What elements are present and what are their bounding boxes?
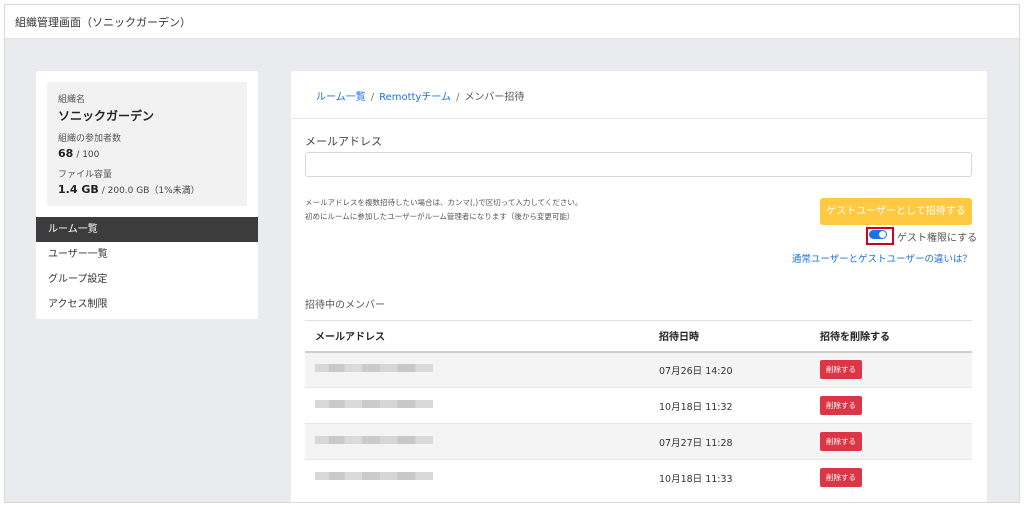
invited-table: メールアドレス 招待日時 招待を削除する 07月26日 14:20 削除する 1… [305, 320, 972, 496]
org-info-card: 組織名 ソニックガーデン 組織の参加者数 68/ 100 ファイル容量 1.4 … [47, 82, 247, 206]
breadcrumb-rooms-link[interactable]: ルーム一覧 [316, 92, 366, 103]
table-row: 10月18日 11:32 削除する [305, 387, 972, 424]
guest-toggle[interactable] [869, 230, 887, 239]
table-row: 07月27日 11:28 削除する [305, 423, 972, 460]
sidebar-item-rooms[interactable]: ルーム一覧 [36, 217, 258, 242]
sidebar-item-users[interactable]: ユーザー一覧 [36, 242, 258, 267]
sidebar-menu: ルーム一覧 ユーザー一覧 グループ設定 アクセス制限 [36, 217, 258, 317]
email-cell [305, 423, 651, 460]
redacted-email [315, 400, 433, 408]
members-max: / 100 [76, 150, 100, 160]
app-window: 組織管理画面（ソニックガーデン） 組織名 ソニックガーデン 組織の参加者数 68… [4, 4, 1020, 503]
column-email: メールアドレス [305, 320, 651, 353]
table-header-row: メールアドレス 招待日時 招待を削除する [305, 320, 972, 353]
sidebar: 組織名 ソニックガーデン 組織の参加者数 68/ 100 ファイル容量 1.4 … [36, 71, 258, 319]
email-cell [305, 351, 651, 388]
delete-button[interactable]: 削除する [820, 396, 862, 415]
storage-usage: 1.4 GB/ 200.0 GB（1%未満） [58, 183, 236, 196]
delete-button[interactable]: 削除する [820, 432, 862, 451]
invited-section-title: 招待中のメンバー [305, 300, 385, 311]
sidebar-item-groups[interactable]: グループ設定 [36, 267, 258, 292]
invite-guest-button[interactable]: ゲストユーザーとして招待する [820, 198, 972, 225]
action-cell: 削除する [812, 351, 972, 388]
guest-toggle-label: ゲスト権限にする [897, 233, 978, 244]
table-row: 07月26日 14:20 削除する [305, 351, 972, 388]
redacted-email [315, 472, 433, 481]
top-bar: 組織管理画面（ソニックガーデン） [5, 5, 1019, 39]
date-cell: 07月27日 11:28 [651, 423, 812, 460]
sidebar-item-access-limit[interactable]: アクセス制限 [36, 292, 258, 317]
page-title: 組織管理画面（ソニックガーデン） [15, 16, 191, 29]
email-cell [305, 459, 651, 496]
redacted-email [315, 436, 433, 444]
storage-total: / 200.0 GB（1%未満） [101, 186, 200, 196]
breadcrumb-separator: / [456, 92, 460, 103]
breadcrumb-current: メンバー招待 [464, 92, 525, 103]
date-cell: 10月18日 11:33 [651, 459, 812, 496]
email-label: メールアドレス [305, 135, 382, 148]
members-count: 68/ 100 [58, 147, 236, 160]
org-name-label: 組織名 [58, 95, 86, 105]
breadcrumb: ルーム一覧 / Remottyチーム / メンバー招待 [291, 71, 987, 119]
help-text-line: メールアドレスを複数招待したい場合は、カンマ(,)で区切って入力してください。 [305, 198, 583, 207]
main-panel: ルーム一覧 / Remottyチーム / メンバー招待 メールアドレス メールアドレスを… [291, 71, 987, 502]
help-text: メールアドレスを複数招待したい場合は、カンマ(,)で区切って入力してください。 … [305, 196, 582, 224]
members-count-value: 68 [58, 147, 74, 160]
action-cell: 削除する [812, 387, 972, 424]
help-text-line: 初めにルームに参加したユーザーがルーム管理者になります（後から変更可能） [305, 212, 575, 221]
delete-button[interactable]: 削除する [820, 468, 862, 488]
org-name: ソニックガーデン [58, 109, 155, 123]
storage-used: 1.4 GB [58, 183, 99, 196]
email-cell [305, 387, 651, 424]
breadcrumb-separator: / [370, 92, 375, 103]
email-input[interactable] [305, 152, 972, 177]
storage-label: ファイル容量 [58, 170, 113, 180]
action-cell: 削除する [812, 459, 972, 496]
column-invited-at: 招待日時 [651, 320, 812, 353]
members-label: 組織の参加者数 [58, 134, 122, 144]
toggle-knob [879, 231, 886, 238]
column-delete: 招待を削除する [812, 320, 972, 353]
action-cell: 削除する [812, 423, 972, 460]
delete-button[interactable]: 削除する [820, 360, 862, 380]
date-cell: 10月18日 11:32 [651, 387, 812, 424]
table-row: 10月18日 11:33 削除する [305, 459, 972, 496]
breadcrumb-team-link[interactable]: Remottyチーム [379, 92, 451, 103]
redacted-email [315, 364, 433, 373]
user-type-difference-link[interactable]: 通常ユーザーとゲストユーザーの違いは？ [792, 251, 972, 265]
date-cell: 07月26日 14:20 [651, 351, 812, 388]
